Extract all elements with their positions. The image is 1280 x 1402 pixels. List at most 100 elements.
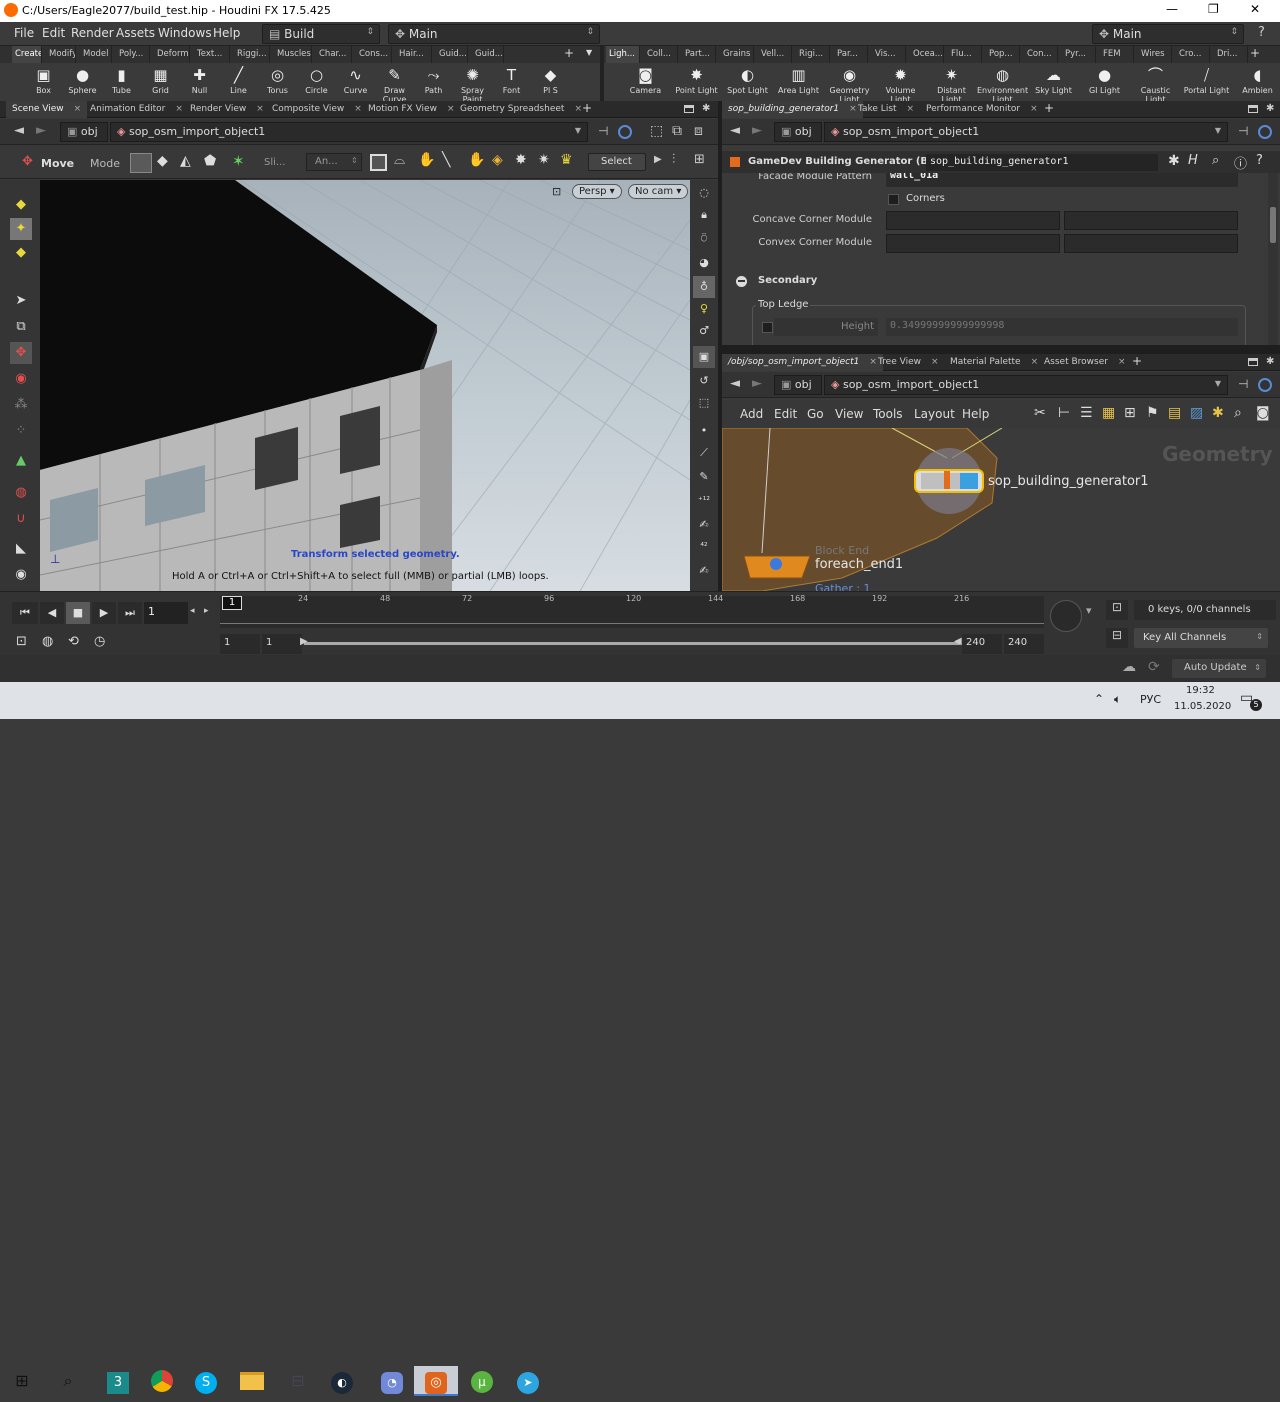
pose-view-icon[interactable]: ♂ bbox=[693, 320, 715, 342]
search-icon[interactable]: ⌕ bbox=[1234, 405, 1242, 421]
display-icon[interactable]: ↺ bbox=[693, 370, 715, 392]
step-back-icon[interactable]: ◂ bbox=[190, 606, 195, 616]
grid-12-icon[interactable]: ⁺¹² bbox=[693, 490, 715, 512]
forward-arrow-icon[interactable]: ► bbox=[752, 376, 762, 391]
windows-start-icon[interactable]: ⊞ bbox=[6, 1366, 38, 1396]
pin-icon[interactable]: ⊣ bbox=[598, 124, 608, 138]
path-root[interactable]: ▣ obj bbox=[60, 122, 108, 142]
shelf-tab-text[interactable]: Text... bbox=[194, 46, 230, 63]
shelf-portal-light-tool[interactable]: ⧸ Portal Light bbox=[1181, 63, 1232, 101]
scene-icon[interactable]: ▣ bbox=[693, 346, 715, 368]
shelf-tab-ocea[interactable]: Ocea... bbox=[910, 46, 944, 63]
shelf-tab-poly[interactable]: Poly... bbox=[116, 46, 150, 63]
menu-layout[interactable]: Layout bbox=[914, 407, 955, 421]
shelf-path-tool[interactable]: ⤳ Path bbox=[414, 63, 453, 101]
tab-parameters[interactable]: sop_building_generator1 × bbox=[722, 101, 863, 118]
shelf-tab-fem[interactable]: FEM bbox=[1100, 46, 1134, 63]
pen-icon[interactable]: ✎ bbox=[693, 466, 715, 488]
range-start-field[interactable]: 1 bbox=[262, 634, 302, 654]
menu-help[interactable]: Help bbox=[213, 26, 240, 40]
stop-button[interactable]: ■ bbox=[66, 602, 90, 624]
utorrent-icon[interactable]: µ bbox=[466, 1366, 498, 1396]
range-end-field[interactable]: 240 bbox=[962, 634, 1002, 654]
pane-maximize-icon[interactable] bbox=[1248, 105, 1258, 113]
scrub-knob[interactable] bbox=[1050, 600, 1082, 632]
clock-date[interactable]: 11.05.2020 bbox=[1174, 701, 1231, 712]
add-tab-icon[interactable]: + bbox=[582, 101, 592, 115]
tiles-icon[interactable]: ⊞ bbox=[1124, 405, 1136, 421]
menu-add[interactable]: Add bbox=[740, 407, 763, 421]
add-shelf-icon[interactable]: + bbox=[1250, 46, 1260, 60]
shelf-tab-wires[interactable]: Wires bbox=[1138, 46, 1172, 63]
shelf-tab-muscles[interactable]: Muscles bbox=[274, 46, 312, 63]
shelf-tab-hair[interactable]: Hair... bbox=[396, 46, 432, 63]
frame-icon[interactable]: ⬚ bbox=[693, 392, 715, 414]
eye-icon[interactable]: ⍥ bbox=[693, 228, 715, 250]
add-tab-icon[interactable]: + bbox=[1132, 354, 1142, 368]
play-button[interactable]: ▶ bbox=[92, 602, 116, 624]
secondary-folder-label[interactable]: Secondary bbox=[758, 275, 817, 286]
link-icon[interactable] bbox=[1258, 378, 1272, 392]
key-mode-icon[interactable]: ⊟ bbox=[1106, 628, 1128, 648]
paint-brush-icon[interactable]: ✍ bbox=[693, 514, 715, 536]
shelf-divider[interactable] bbox=[600, 46, 604, 101]
shelf-tab-vis[interactable]: Vis... bbox=[872, 46, 906, 63]
cloud-icon[interactable]: ☁ bbox=[1122, 659, 1136, 675]
scale-icon[interactable]: ◉ bbox=[10, 368, 32, 390]
select-visible-icon[interactable]: ◈ bbox=[492, 152, 503, 168]
shelf-tab-cro[interactable]: Cro... bbox=[1176, 46, 1210, 63]
shelf-tab-dri[interactable]: Dri... bbox=[1214, 46, 1248, 63]
select-crown-icon[interactable]: ♛ bbox=[560, 152, 573, 168]
goto-end-button[interactable]: ⏭ bbox=[118, 602, 142, 624]
goto-start-button[interactable]: ⏮ bbox=[12, 602, 38, 624]
back-arrow-icon[interactable]: ◄ bbox=[14, 123, 24, 138]
loop-icon[interactable]: ⟲ bbox=[68, 634, 79, 649]
info-icon[interactable]: ⓘ bbox=[1234, 153, 1247, 172]
range-handle-right[interactable]: ◀ bbox=[954, 636, 962, 647]
pin-icon[interactable]: ⊣ bbox=[1238, 377, 1248, 391]
shelf-spray-paint-tool[interactable]: ✺ Spray Paint bbox=[453, 63, 492, 104]
right-desktop-dropdown[interactable]: ✥ Main ⇕ bbox=[1092, 24, 1244, 44]
shelf-volume-light-tool[interactable]: ✹ Volume Light bbox=[875, 63, 926, 104]
tab-asset-browser[interactable]: Asset Browser × bbox=[1038, 354, 1131, 371]
shelf-tab-ligh[interactable]: Ligh... bbox=[606, 46, 640, 63]
context-dropdown[interactable]: ✥ Main ⇕ bbox=[388, 24, 600, 44]
shelf-tab-deform[interactable]: Deform bbox=[154, 46, 190, 63]
shelf-spot-light-tool[interactable]: ◐ Spot Light bbox=[722, 63, 773, 101]
tray-chevron-icon[interactable]: ⌃ bbox=[1094, 692, 1104, 706]
language-indicator[interactable]: РУС bbox=[1140, 693, 1161, 706]
shelf-tab-create[interactable]: Create bbox=[12, 46, 42, 63]
menu-edit[interactable]: Edit bbox=[42, 26, 65, 40]
persp-button[interactable]: Persp ▾ bbox=[572, 184, 622, 199]
measure-icon[interactable]: ✍ bbox=[693, 560, 715, 582]
tree-icon[interactable]: ⊢ bbox=[1058, 405, 1070, 421]
file-explorer-icon[interactable] bbox=[236, 1366, 268, 1396]
tab-geometry-spreadsheet[interactable]: Geometry Spreadsheet × bbox=[454, 101, 588, 118]
select-connected-icon[interactable]: ✸ bbox=[515, 152, 527, 168]
current-frame-field[interactable]: 1 bbox=[144, 602, 188, 624]
tab-tree-view[interactable]: Tree View × bbox=[872, 354, 945, 371]
shelf-tube-tool[interactable]: ▮ Tube bbox=[102, 63, 141, 101]
search-icon[interactable]: ⌕ bbox=[52, 1366, 84, 1396]
menu-tools[interactable]: Tools bbox=[873, 407, 903, 421]
tab-motion-fx-view[interactable]: Motion FX View × bbox=[362, 101, 460, 118]
wrench-icon[interactable]: ✂ bbox=[1034, 405, 1046, 421]
camera-lock-icon[interactable]: ⊡ bbox=[552, 185, 561, 198]
shelf-ambien-tool[interactable]: ◖ Ambien bbox=[1232, 63, 1280, 101]
pane-maximize-icon[interactable] bbox=[1248, 358, 1258, 366]
telegram-icon[interactable]: ➤ bbox=[512, 1366, 544, 1396]
tab-composite-view[interactable]: Composite View × bbox=[266, 101, 368, 118]
menu-view[interactable]: View bbox=[835, 407, 863, 421]
viewport-3d[interactable]: ⊡ Persp ▾ No cam ▾ Transform selected ge… bbox=[40, 180, 690, 591]
path-root[interactable]: ▣ obj bbox=[774, 122, 822, 142]
shelf-sky-light-tool[interactable]: ☁ Sky Light bbox=[1028, 63, 1079, 101]
handle-options-icon[interactable]: ⫶ bbox=[672, 152, 675, 167]
select-tool-icon[interactable]: ◆ bbox=[10, 194, 32, 216]
shelf-tab-flu[interactable]: Flu... bbox=[948, 46, 982, 63]
menu-edit[interactable]: Edit bbox=[774, 407, 797, 421]
camera-view-icon[interactable]: ◉ bbox=[10, 564, 32, 586]
corners-checkbox[interactable] bbox=[888, 194, 899, 205]
shelf-tab-vell[interactable]: Vell... bbox=[758, 46, 792, 63]
clock-icon[interactable]: ◷ bbox=[94, 634, 105, 649]
flag-icon[interactable]: ⚑ bbox=[1146, 405, 1159, 421]
